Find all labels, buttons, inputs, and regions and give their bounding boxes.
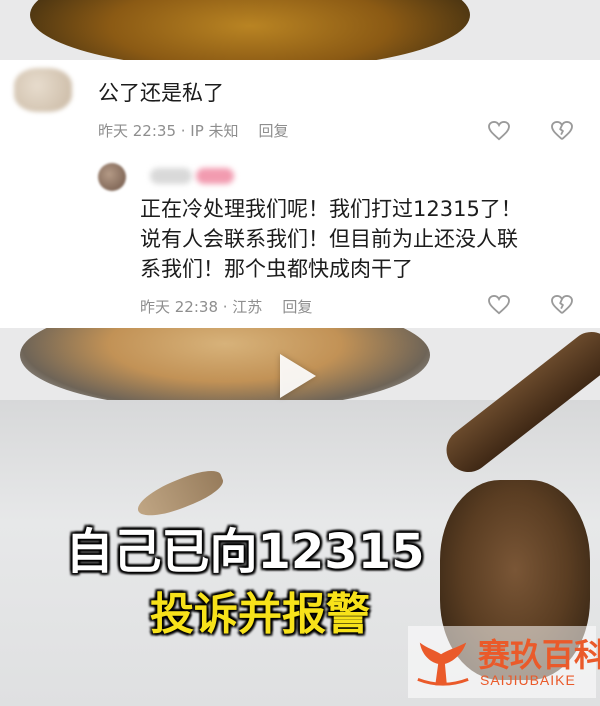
watermark: 赛玖百科 SAIJIUBAIKE — [408, 626, 600, 698]
play-icon[interactable] — [280, 354, 316, 398]
avatar[interactable] — [14, 68, 72, 112]
broken-heart-icon[interactable] — [551, 295, 573, 315]
comment-meta: 昨天 22:35 · IP 未知 回复 — [98, 120, 289, 141]
comment-text: 正在冷处理我们呢！我们打过12315了！ 说有人会联系我们！但目前为止还没人联 … — [140, 197, 522, 281]
reply-button[interactable]: 回复 — [259, 122, 289, 140]
heart-outline-icon[interactable] — [488, 121, 510, 141]
comment-time: 昨天 22:35 · IP 未知 — [98, 122, 239, 140]
broken-heart-icon[interactable] — [551, 121, 573, 141]
comment-panel: 公了还是私了 昨天 22:35 · IP 未知 回复 正在冷处理我们呢！我们打过1… — [0, 60, 600, 328]
comment-meta: 昨天 22:38 · 江苏 回复 — [140, 296, 312, 317]
comment-text: 公了还是私了 — [98, 81, 224, 105]
video-caption-line1: 自己已向12315 — [65, 524, 425, 580]
whale-tail-logo-icon — [417, 642, 469, 686]
heart-outline-icon[interactable] — [488, 295, 510, 315]
username-badge — [196, 168, 234, 184]
avatar[interactable] — [98, 163, 126, 191]
watermark-name: 赛玖百科 — [478, 636, 600, 674]
comment-time: 昨天 22:38 · 江苏 — [140, 298, 263, 316]
reply-button[interactable]: 回复 — [282, 298, 312, 316]
watermark-name-en: SAIJIUBAIKE — [480, 672, 576, 688]
username — [150, 168, 192, 184]
